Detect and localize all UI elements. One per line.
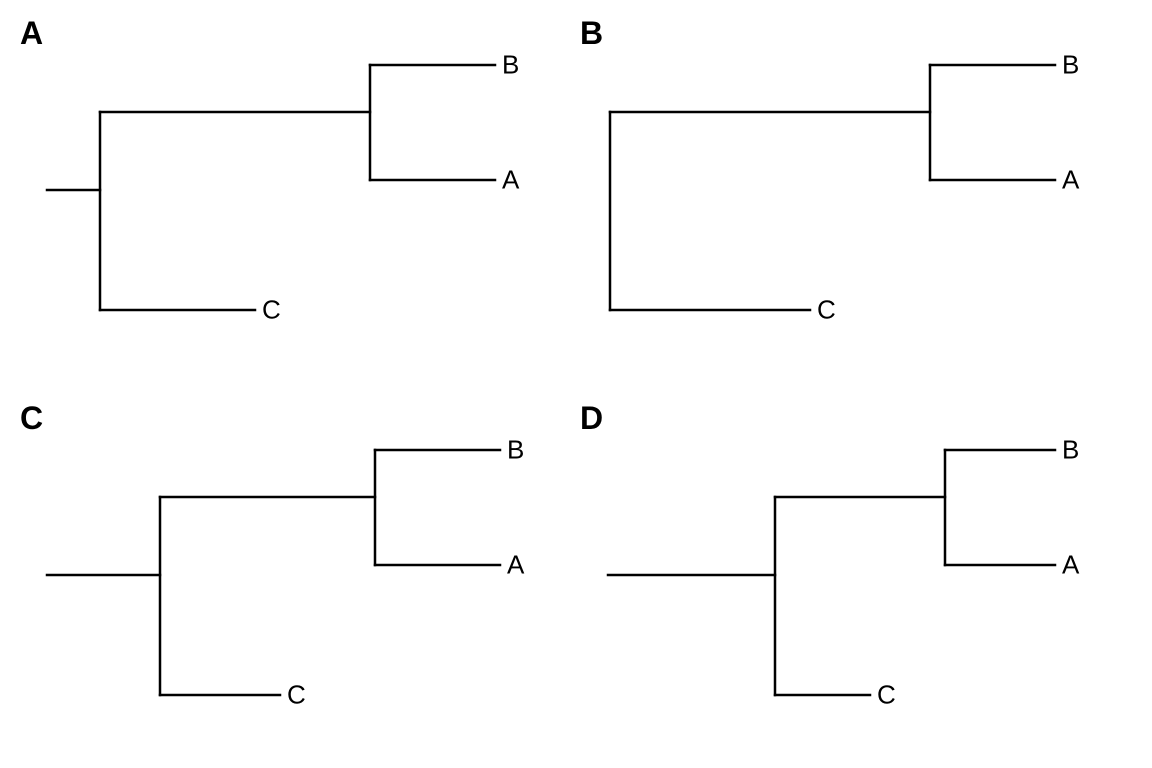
tip-label-d-c: C: [877, 680, 896, 711]
tip-label-b-c: C: [817, 295, 836, 326]
phylogeny-figure: [0, 0, 1152, 768]
tip-label-a-c: C: [262, 295, 281, 326]
tip-label-c-b: B: [507, 435, 524, 466]
tip-label-b-a: A: [1062, 165, 1079, 196]
tree-b: [610, 65, 1055, 310]
tree-c: [47, 450, 500, 695]
tip-label-b-b: B: [1062, 50, 1079, 81]
tip-label-c-c: C: [287, 680, 306, 711]
tip-label-c-a: A: [507, 550, 524, 581]
tree-d: [608, 450, 1055, 695]
tip-label-a-b: B: [502, 50, 519, 81]
tip-label-d-a: A: [1062, 550, 1079, 581]
tip-label-a-a: A: [502, 165, 519, 196]
tree-a: [47, 65, 495, 310]
tip-label-d-b: B: [1062, 435, 1079, 466]
